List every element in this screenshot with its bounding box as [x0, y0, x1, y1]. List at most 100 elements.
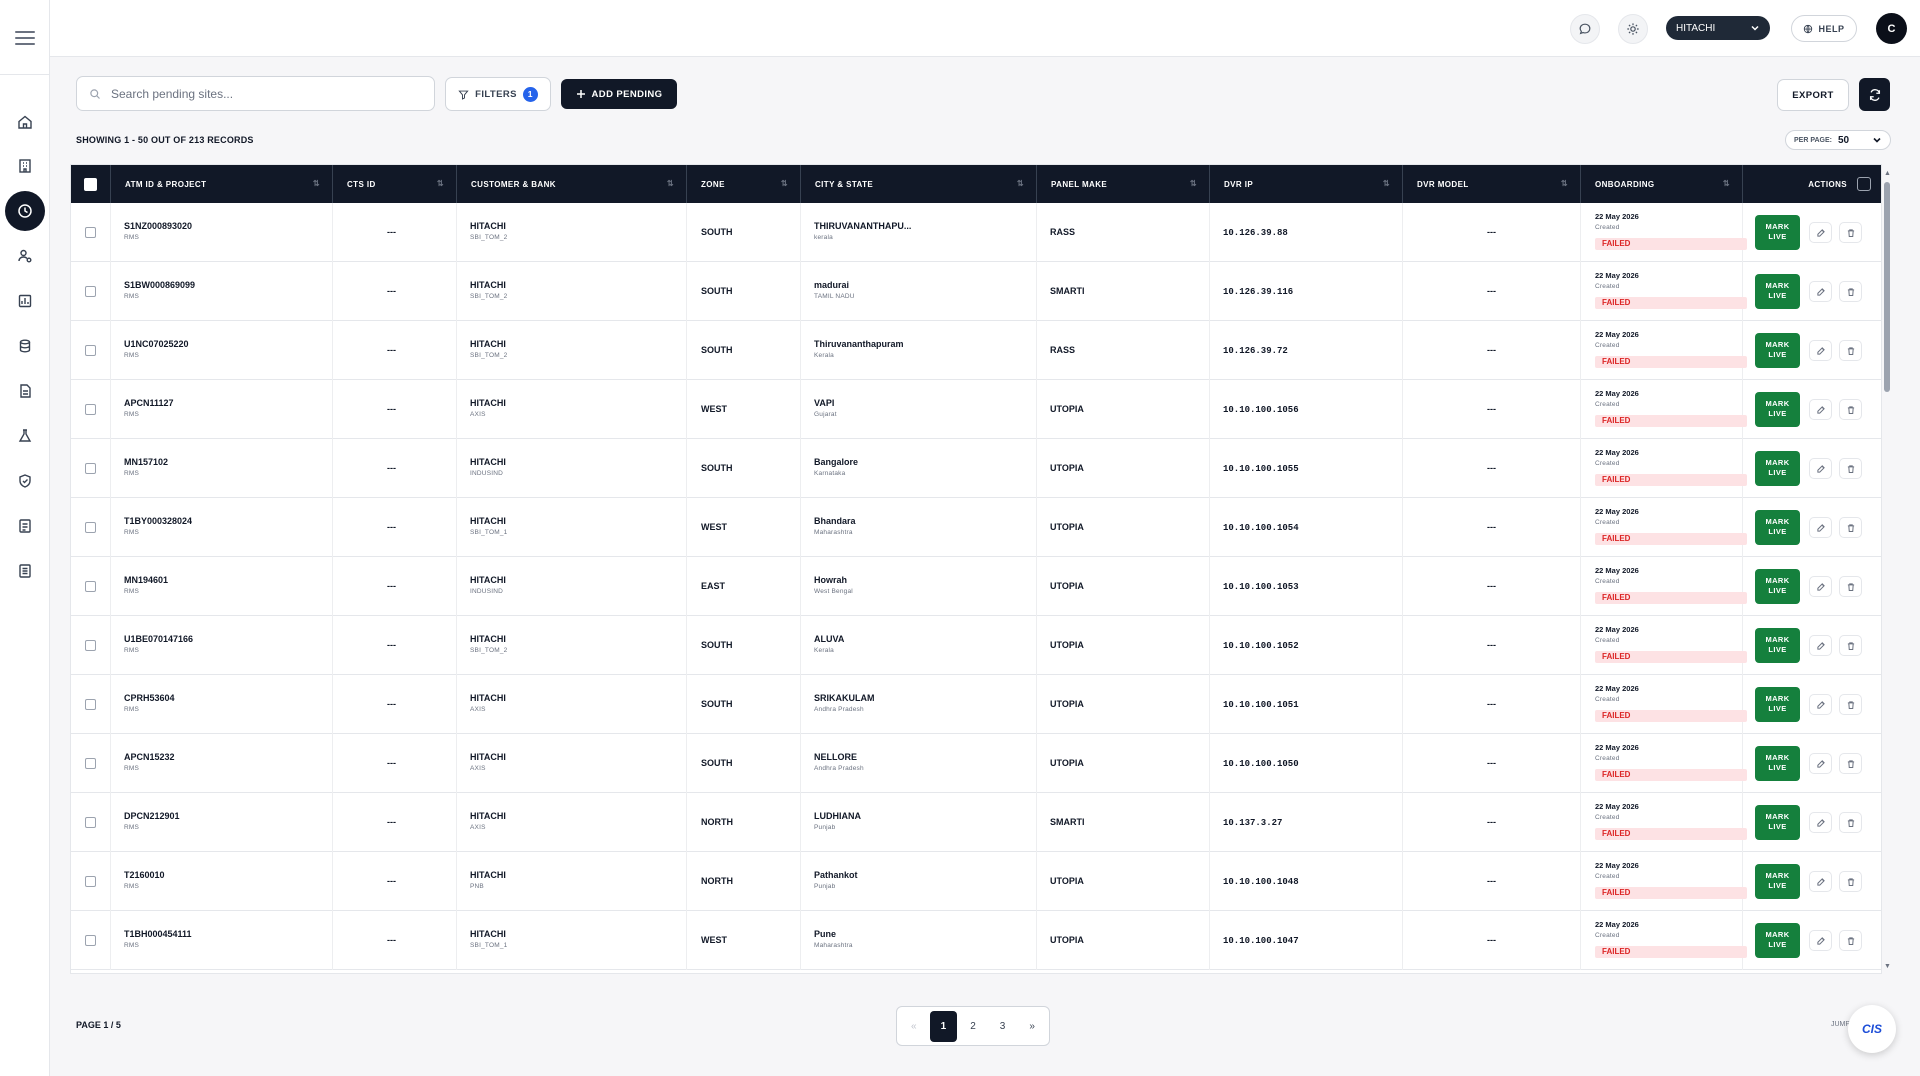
page-button-1[interactable]: 1: [929, 1010, 958, 1042]
theme-sun-icon[interactable]: [1618, 14, 1648, 44]
column-settings-icon[interactable]: [1857, 177, 1871, 191]
row-checkbox[interactable]: [85, 935, 96, 946]
next-page-button[interactable]: »: [1018, 1011, 1046, 1042]
per-page-select[interactable]: PER PAGE: 50: [1785, 130, 1891, 150]
page-button-3[interactable]: 3: [989, 1011, 1017, 1042]
edit-button[interactable]: [1809, 930, 1832, 951]
sort-icon[interactable]: ⇅: [781, 179, 788, 188]
user-avatar[interactable]: C: [1876, 13, 1907, 44]
mark-live-button[interactable]: MARK LIVE: [1755, 274, 1800, 309]
sidebar-item-shield-icon[interactable]: [9, 465, 41, 497]
mark-live-button[interactable]: MARK LIVE: [1755, 628, 1800, 663]
select-all-checkbox[interactable]: [84, 177, 97, 191]
delete-button[interactable]: [1839, 399, 1862, 420]
edit-button[interactable]: [1809, 812, 1832, 833]
edit-button[interactable]: [1809, 222, 1832, 243]
mark-live-button[interactable]: MARK LIVE: [1755, 746, 1800, 781]
header-select-all[interactable]: [71, 165, 111, 203]
sidebar-item-user-gear-icon[interactable]: [9, 240, 41, 272]
assistant-fab-button[interactable]: CIS: [1848, 1005, 1896, 1053]
delete-button[interactable]: [1839, 812, 1862, 833]
add-pending-button[interactable]: ADD PENDING: [561, 79, 677, 109]
mark-live-button[interactable]: MARK LIVE: [1755, 215, 1800, 250]
delete-button[interactable]: [1839, 871, 1862, 892]
column-header-zone[interactable]: ZONE ⇅: [687, 165, 801, 203]
edit-button[interactable]: [1809, 281, 1832, 302]
delete-button[interactable]: [1839, 458, 1862, 479]
delete-button[interactable]: [1839, 694, 1862, 715]
row-checkbox[interactable]: [85, 345, 96, 356]
search-input[interactable]: [111, 86, 411, 101]
mark-live-button[interactable]: MARK LIVE: [1755, 451, 1800, 486]
help-button[interactable]: HELP: [1791, 15, 1857, 42]
column-header-onboarding[interactable]: ONBOARDING ⇅: [1581, 165, 1743, 203]
table-scrollbar[interactable]: ▲ ▼: [1882, 164, 1892, 974]
row-checkbox[interactable]: [85, 876, 96, 887]
sidebar-item-building-icon[interactable]: [9, 150, 41, 182]
column-header-dvr-ip[interactable]: DVR IP ⇅: [1210, 165, 1403, 203]
column-header-cts-id[interactable]: CTS ID ⇅: [333, 165, 457, 203]
edit-button[interactable]: [1809, 753, 1832, 774]
sidebar-item-pending-clock-icon[interactable]: [5, 191, 45, 231]
edit-button[interactable]: [1809, 458, 1832, 479]
sort-icon[interactable]: ⇅: [1017, 179, 1024, 188]
delete-button[interactable]: [1839, 753, 1862, 774]
row-checkbox[interactable]: [85, 758, 96, 769]
delete-button[interactable]: [1839, 281, 1862, 302]
delete-button[interactable]: [1839, 340, 1862, 361]
edit-button[interactable]: [1809, 871, 1832, 892]
edit-button[interactable]: [1809, 340, 1832, 361]
mark-live-button[interactable]: MARK LIVE: [1755, 510, 1800, 545]
sidebar-item-report-icon[interactable]: [9, 510, 41, 542]
edit-button[interactable]: [1809, 517, 1832, 538]
column-header-actions[interactable]: ACTIONS: [1743, 165, 1881, 203]
row-checkbox[interactable]: [85, 522, 96, 533]
delete-button[interactable]: [1839, 635, 1862, 656]
sort-icon[interactable]: ⇅: [313, 179, 320, 188]
sidebar-item-list-icon[interactable]: [9, 555, 41, 587]
row-checkbox[interactable]: [85, 581, 96, 592]
delete-button[interactable]: [1839, 930, 1862, 951]
filters-button[interactable]: FILTERS 1: [445, 77, 551, 111]
page-button-2[interactable]: 2: [959, 1011, 987, 1042]
sort-icon[interactable]: ⇅: [1723, 179, 1730, 188]
column-header-customer-bank[interactable]: CUSTOMER & BANK ⇅: [457, 165, 687, 203]
edit-button[interactable]: [1809, 694, 1832, 715]
delete-button[interactable]: [1839, 576, 1862, 597]
delete-button[interactable]: [1839, 222, 1862, 243]
export-button[interactable]: EXPORT: [1777, 79, 1849, 111]
column-header-dvr-model[interactable]: DVR MODEL ⇅: [1403, 165, 1581, 203]
prev-page-button[interactable]: «: [900, 1011, 928, 1042]
sidebar-item-flask-icon[interactable]: [9, 420, 41, 452]
row-checkbox[interactable]: [85, 227, 96, 238]
scroll-down-icon[interactable]: ▼: [1884, 963, 1891, 970]
search-box[interactable]: [76, 76, 435, 111]
mark-live-button[interactable]: MARK LIVE: [1755, 392, 1800, 427]
delete-button[interactable]: [1839, 517, 1862, 538]
sort-icon[interactable]: ⇅: [1190, 179, 1197, 188]
sidebar-item-document-icon[interactable]: [9, 375, 41, 407]
sort-icon[interactable]: ⇅: [667, 179, 674, 188]
column-header-city-state[interactable]: CITY & STATE ⇅: [801, 165, 1037, 203]
column-header-atm-id[interactable]: ATM ID & PROJECT ⇅: [111, 165, 333, 203]
mark-live-button[interactable]: MARK LIVE: [1755, 805, 1800, 840]
refresh-button[interactable]: [1859, 78, 1890, 111]
row-checkbox[interactable]: [85, 404, 96, 415]
organization-select[interactable]: HITACHI: [1666, 16, 1770, 40]
sort-icon[interactable]: ⇅: [1383, 179, 1390, 188]
mark-live-button[interactable]: MARK LIVE: [1755, 333, 1800, 368]
row-checkbox[interactable]: [85, 699, 96, 710]
edit-button[interactable]: [1809, 399, 1832, 420]
mark-live-button[interactable]: MARK LIVE: [1755, 864, 1800, 899]
row-checkbox[interactable]: [85, 463, 96, 474]
column-header-panel-make[interactable]: PANEL MAKE ⇅: [1037, 165, 1210, 203]
mark-live-button[interactable]: MARK LIVE: [1755, 569, 1800, 604]
menu-toggle-icon[interactable]: [13, 28, 37, 48]
mark-live-button[interactable]: MARK LIVE: [1755, 687, 1800, 722]
row-checkbox[interactable]: [85, 817, 96, 828]
edit-button[interactable]: [1809, 635, 1832, 656]
row-checkbox[interactable]: [85, 286, 96, 297]
scroll-up-icon[interactable]: ▲: [1884, 170, 1891, 177]
sidebar-item-database-icon[interactable]: [9, 330, 41, 362]
sort-icon[interactable]: ⇅: [437, 179, 444, 188]
